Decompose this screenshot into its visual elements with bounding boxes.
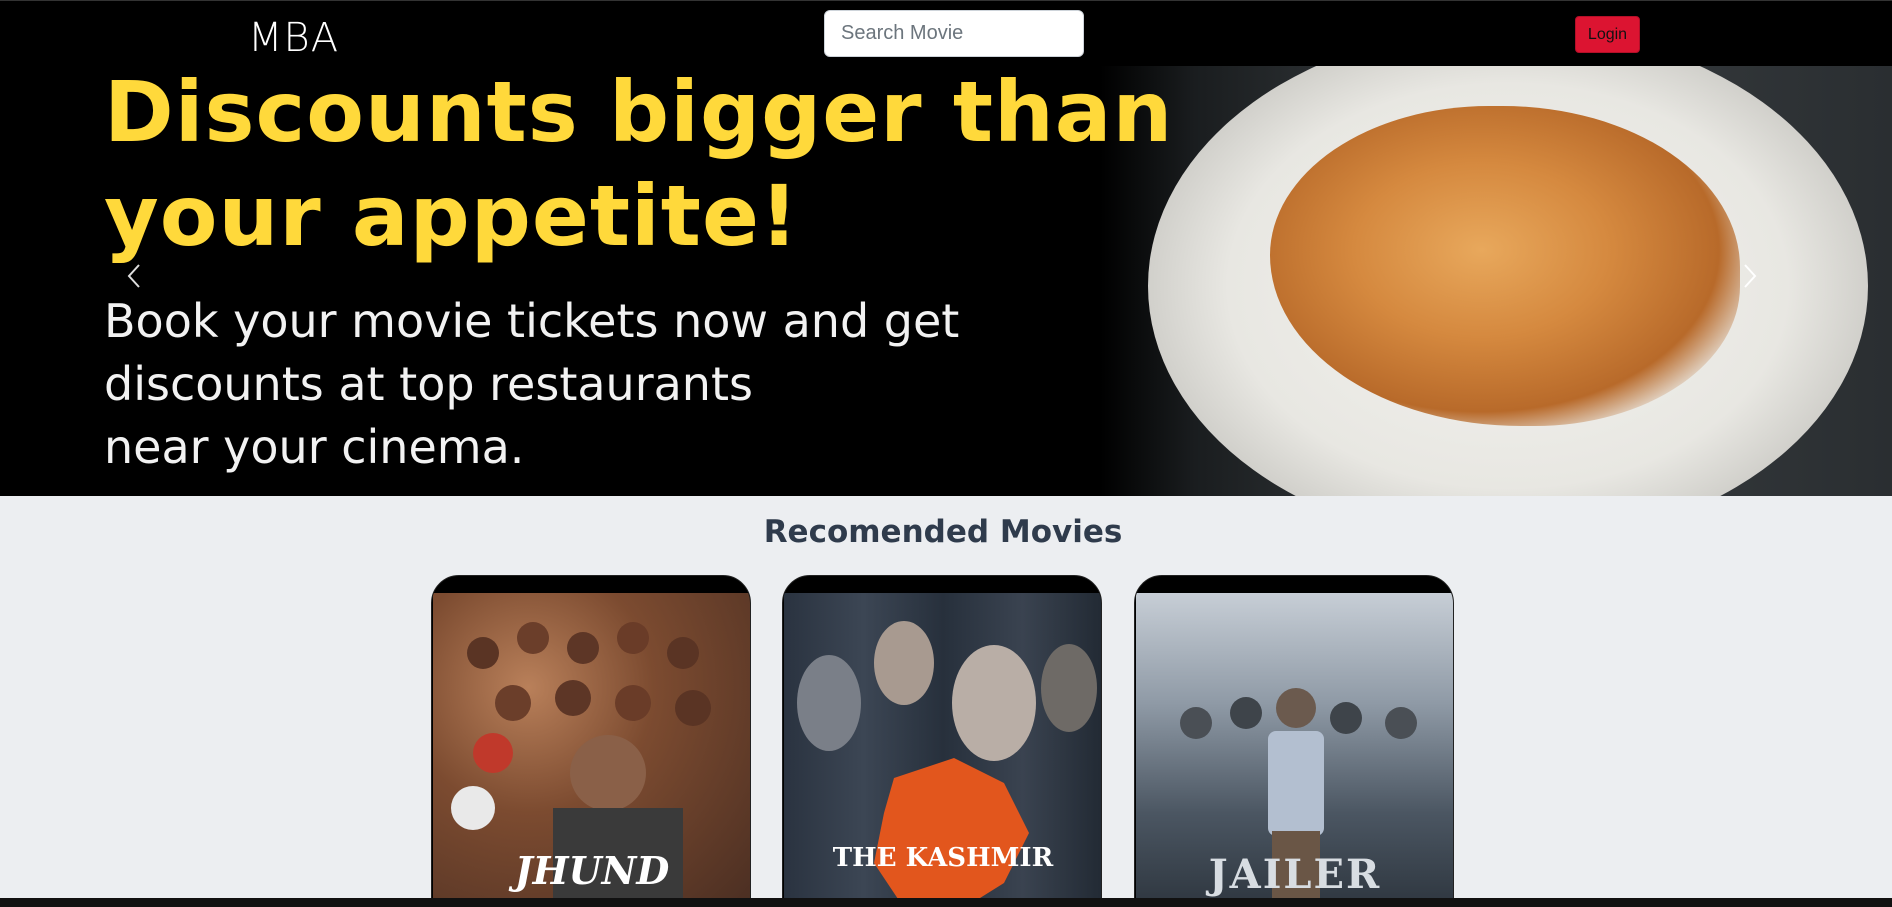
banner-subline: Book your movie tickets now and get disc… xyxy=(104,290,1173,479)
poster-title: JHUND xyxy=(514,848,670,893)
headline-line-2: your appetite! xyxy=(104,167,800,265)
login-button[interactable]: Login xyxy=(1575,16,1640,53)
movie-cards: JHUND THE KASHMIR JAILER xyxy=(0,575,1892,907)
promo-carousel: Discounts bigger than your appetite! Boo… xyxy=(0,66,1892,496)
chevron-left-icon xyxy=(127,264,140,288)
search-input[interactable] xyxy=(824,10,1084,57)
movie-poster: THE KASHMIR xyxy=(784,593,1101,906)
banner-text: Discounts bigger than your appetite! Boo… xyxy=(104,66,1173,479)
movie-poster: JAILER xyxy=(1136,593,1453,906)
movie-card-3[interactable]: JAILER xyxy=(1134,575,1454,907)
carousel-next-button[interactable] xyxy=(1720,246,1780,306)
headline-line-1: Discounts bigger than xyxy=(104,66,1174,161)
section-title: Recomended Movies xyxy=(763,514,1123,550)
poster-title: JAILER xyxy=(1208,851,1382,898)
banner-headline: Discounts bigger than your appetite! xyxy=(104,66,1173,268)
subline-line-2: discounts at top restaurants xyxy=(104,357,753,411)
movie-card-2[interactable]: THE KASHMIR xyxy=(782,575,1102,907)
bottom-bar xyxy=(0,898,1892,907)
subline-line-3: near your cinema. xyxy=(104,420,525,474)
movie-poster: JHUND xyxy=(433,593,750,906)
subline-line-1: Book your movie tickets now and get xyxy=(104,294,960,348)
chevron-right-icon xyxy=(1744,264,1757,288)
brand-logo[interactable]: MBA xyxy=(248,15,339,61)
poster-title: THE KASHMIR xyxy=(832,843,1054,873)
carousel-prev-button[interactable] xyxy=(104,246,164,306)
navbar: MBA Login xyxy=(0,0,1892,66)
movie-card-1[interactable]: JHUND xyxy=(431,575,751,907)
